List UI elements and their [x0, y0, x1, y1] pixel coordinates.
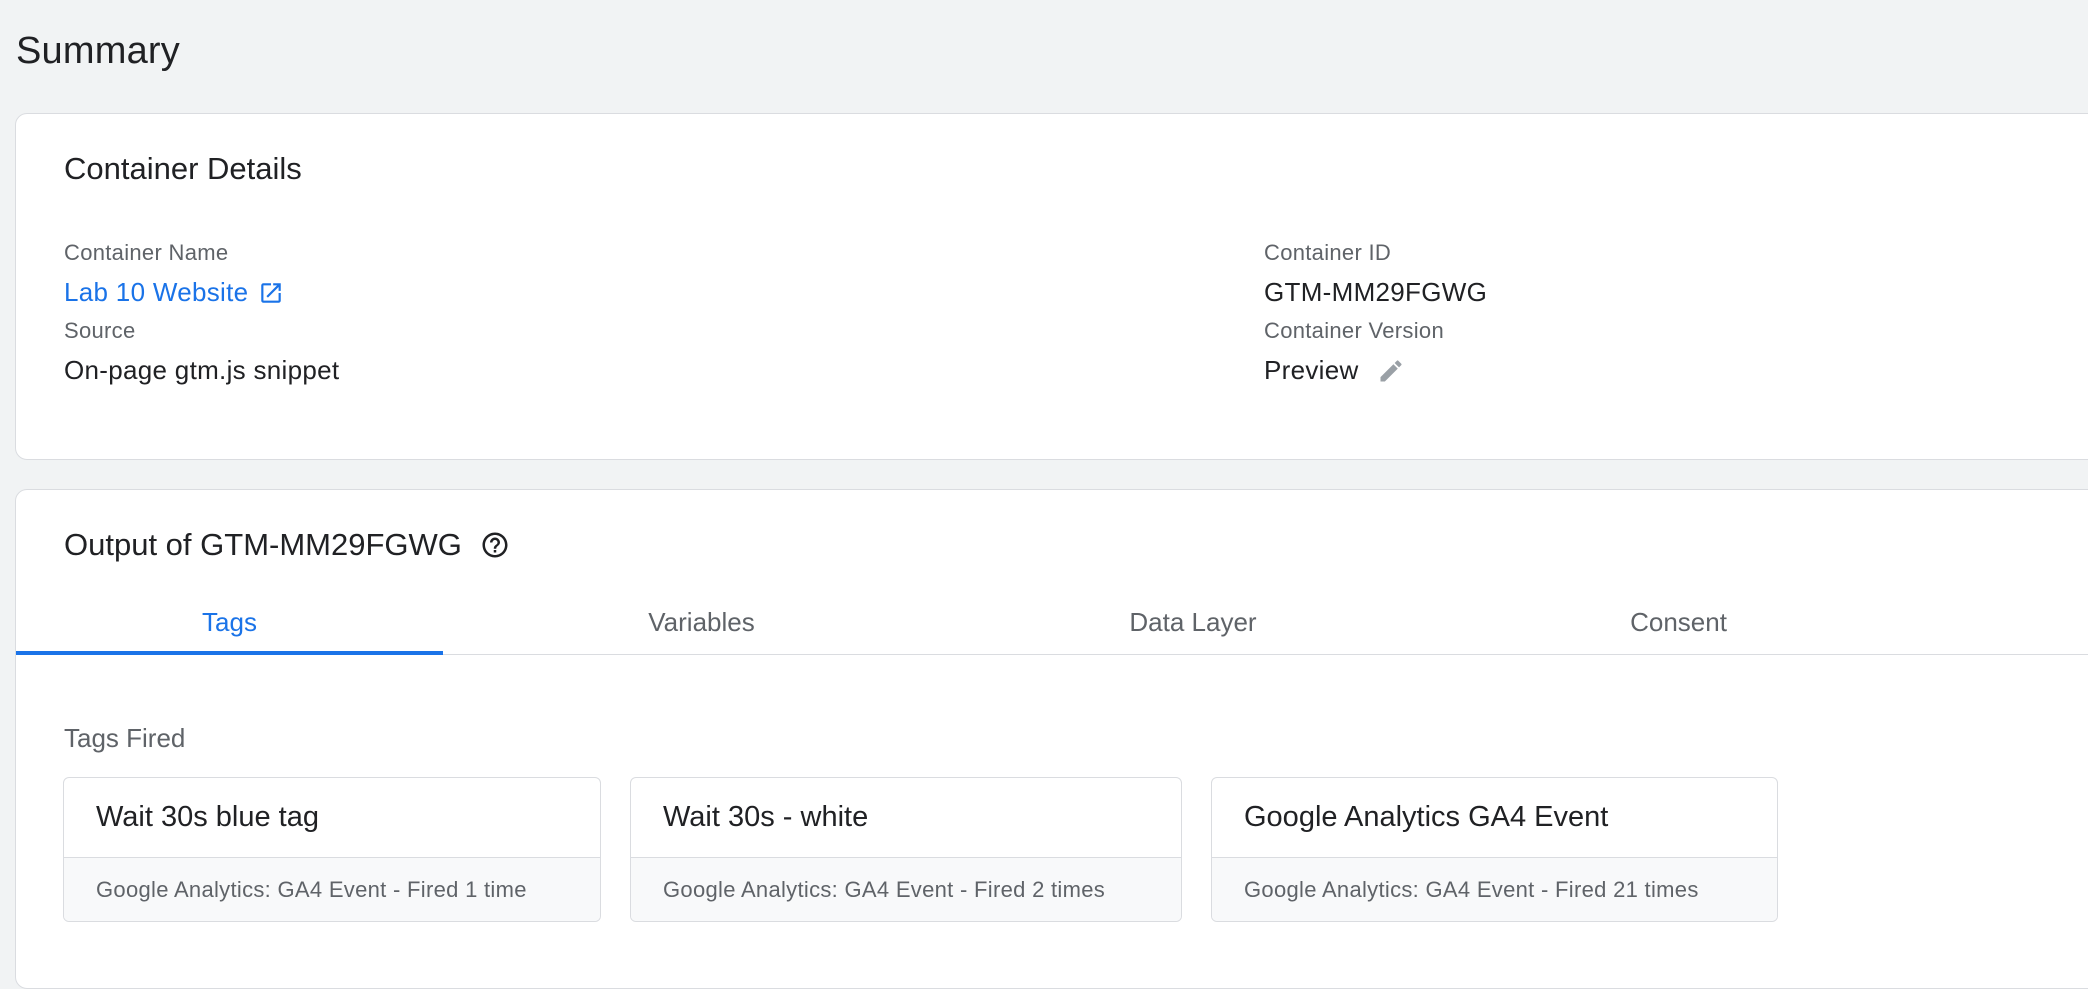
tags-fired-label: Tags Fired — [64, 723, 186, 753]
tag-name: Wait 30s blue tag — [64, 778, 600, 858]
active-tab-indicator — [16, 651, 443, 655]
container-id-value: GTM-MM29FGWG — [1264, 277, 1488, 307]
tag-meta: Google Analytics: GA4 Event - Fired 21 t… — [1212, 858, 1777, 921]
tab-consent[interactable]: Consent — [1426, 590, 1931, 655]
container-name-link[interactable]: Lab 10 Website — [64, 277, 284, 308]
container-details-heading: Container Details — [64, 151, 302, 186]
pencil-icon[interactable] — [1377, 357, 1405, 385]
container-name-label: Container Name — [64, 240, 229, 265]
tag-meta: Google Analytics: GA4 Event - Fired 1 ti… — [64, 858, 600, 921]
output-card: Output of GTM-MM29FGWG Tags Variables Da… — [15, 489, 2088, 989]
tag-name: Wait 30s - white — [631, 778, 1181, 858]
output-tabs: Tags Variables Data Layer Consent — [16, 590, 2088, 655]
source-value: On-page gtm.js snippet — [64, 355, 340, 385]
source-label: Source — [64, 318, 136, 343]
container-name-value: Lab 10 Website — [64, 277, 249, 307]
tag-card[interactable]: Wait 30s blue tag Google Analytics: GA4 … — [63, 777, 601, 922]
container-version-label: Container Version — [1264, 318, 1444, 343]
page-title: Summary — [16, 30, 180, 72]
tab-tags[interactable]: Tags — [16, 590, 443, 655]
tab-data-layer[interactable]: Data Layer — [960, 590, 1426, 655]
output-heading-row: Output of GTM-MM29FGWG — [64, 527, 510, 563]
output-heading: Output of GTM-MM29FGWG — [64, 527, 462, 562]
open-in-new-icon — [258, 280, 284, 306]
tag-card[interactable]: Wait 30s - white Google Analytics: GA4 E… — [630, 777, 1182, 922]
tag-meta: Google Analytics: GA4 Event - Fired 2 ti… — [631, 858, 1181, 921]
container-details-card: Container Details Container Name Lab 10 … — [15, 113, 2088, 460]
tag-card[interactable]: Google Analytics GA4 Event Google Analyt… — [1211, 777, 1778, 922]
help-circle-icon[interactable] — [480, 530, 510, 560]
tab-variables[interactable]: Variables — [443, 590, 960, 655]
container-version-row: Preview — [1264, 355, 1405, 386]
container-version-value: Preview — [1264, 355, 1359, 385]
container-id-label: Container ID — [1264, 240, 1392, 265]
tag-name: Google Analytics GA4 Event — [1212, 778, 1777, 858]
